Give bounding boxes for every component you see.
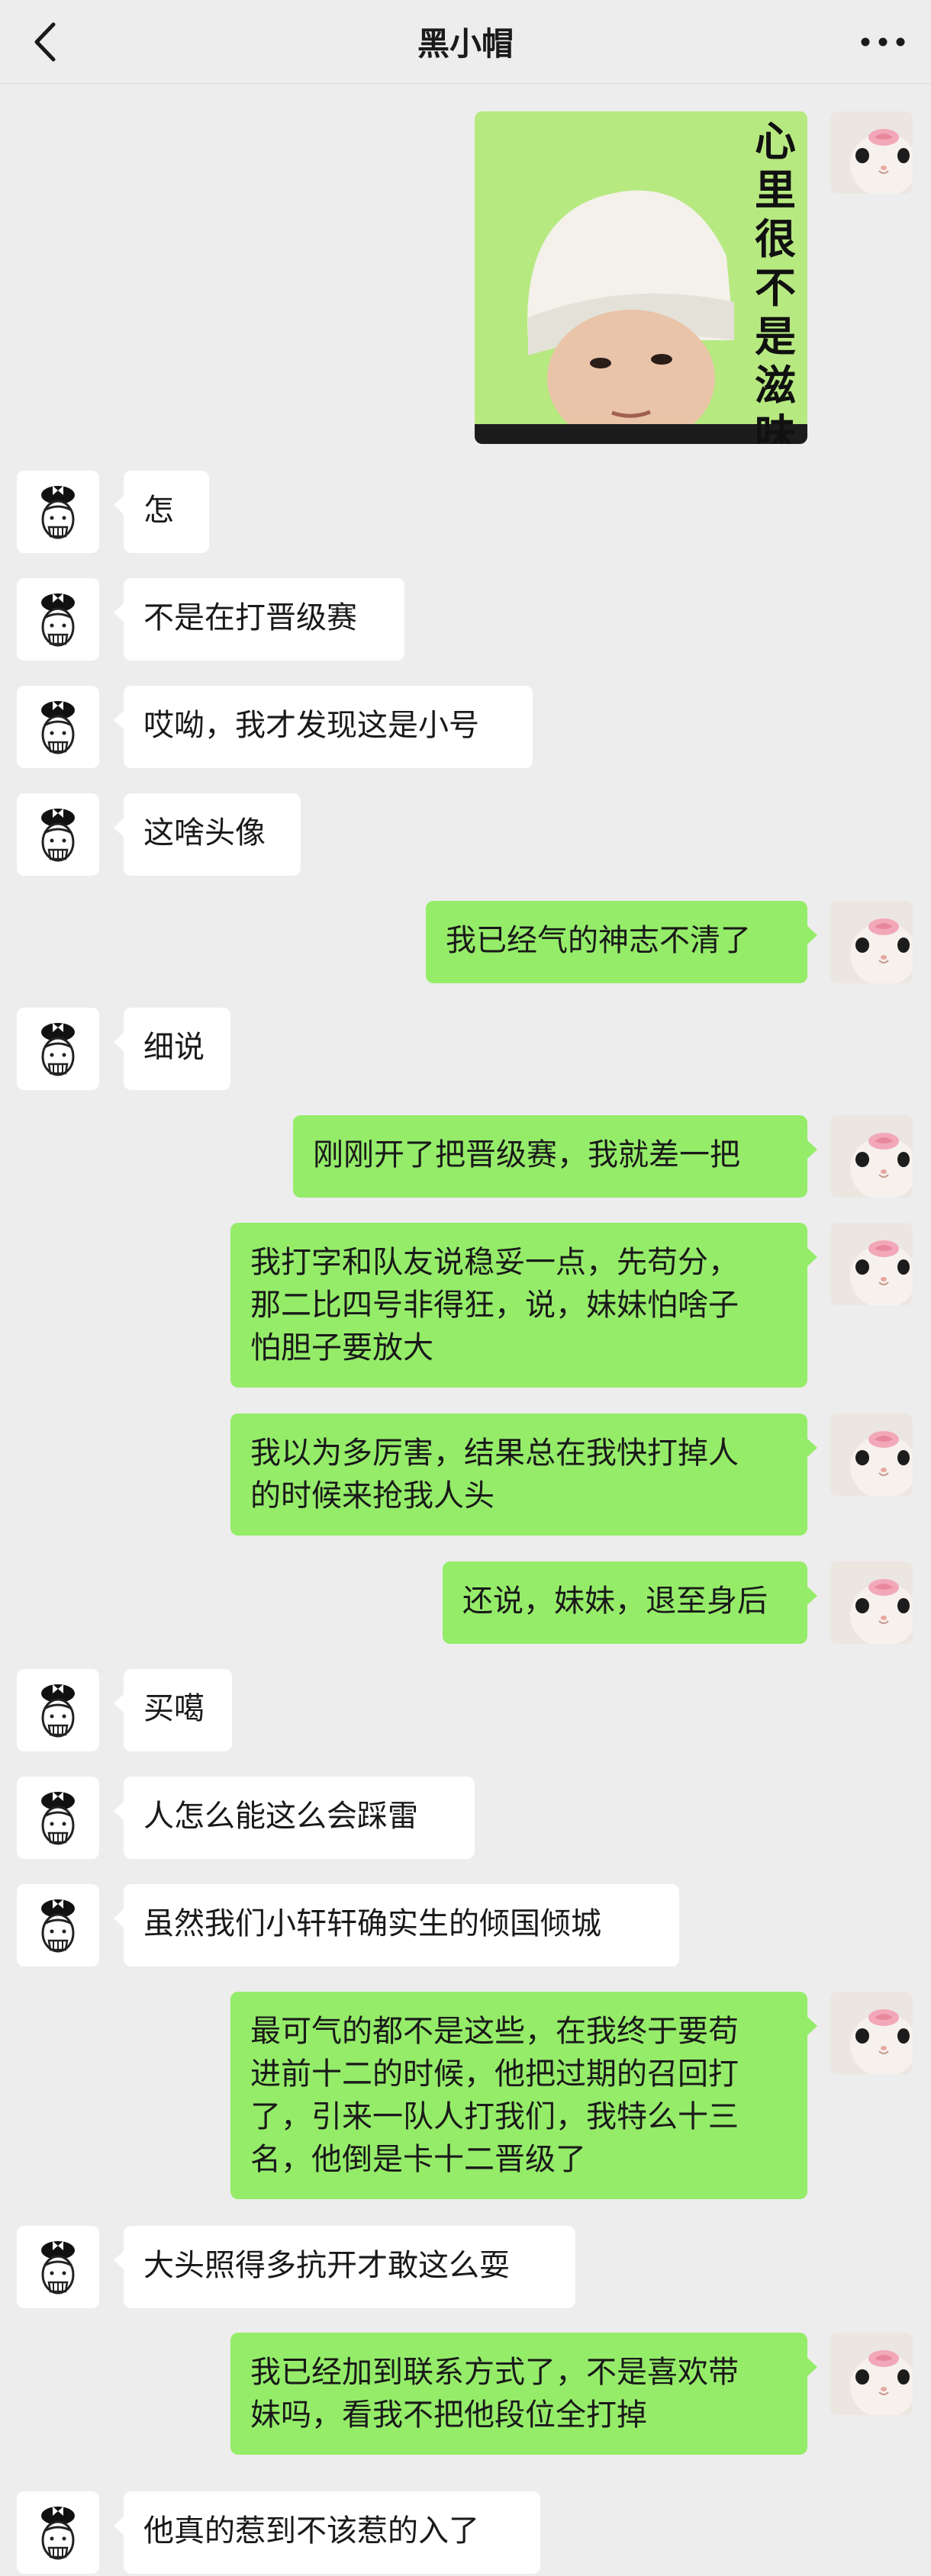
message-row: 不是在打晋级赛 (0, 578, 931, 661)
my-avatar[interactable] (830, 2333, 913, 2415)
message-row: 虽然我们小轩轩确实生的倾国倾城 (0, 1884, 931, 1967)
contact-avatar[interactable] (17, 578, 99, 661)
received-message-bubble[interactable]: 不是在打晋级赛 (114, 578, 404, 661)
contact-avatar[interactable] (17, 1669, 99, 1751)
message-row: 我打字和队友说稳妥一点，先苟分， 那二比四号非得狂，说，妹妹怕啥子 怕胆子要放大 (0, 1223, 931, 1388)
sticker-image[interactable]: 心里很不是滋味 (475, 111, 807, 444)
message-row: 买噶 (0, 1669, 931, 1751)
contact-avatar[interactable] (17, 2491, 99, 2574)
more-options-icon[interactable] (856, 23, 910, 61)
message-row: 哎呦，我才发现这是小号 (0, 686, 931, 768)
received-message-bubble[interactable]: 虽然我们小轩轩确实生的倾国倾城 (114, 1884, 679, 1967)
message-row: 我已经气的神志不清了 (0, 901, 931, 983)
sent-message-bubble[interactable]: 我已经气的神志不清了 (426, 901, 817, 983)
contact-avatar[interactable] (17, 1884, 99, 1967)
sticker-message: 心里很不是滋味 (0, 111, 931, 444)
sent-message-bubble[interactable]: 刚刚开了把晋级赛，我就差一把 (293, 1115, 817, 1198)
contact-avatar[interactable] (17, 686, 99, 768)
my-avatar[interactable] (830, 1115, 913, 1198)
message-row: 怎 (0, 471, 931, 553)
chat-title: 黑小帽 (417, 25, 514, 63)
my-avatar[interactable] (830, 1223, 913, 1305)
received-message-bubble[interactable]: 人怎么能这么会踩雷 (114, 1777, 475, 1859)
message-row: 我以为多厉害，结果总在我快打掉人 的时候来抢我人头 (0, 1413, 931, 1536)
message-row: 刚刚开了把晋级赛，我就差一把 (0, 1115, 931, 1198)
received-message-bubble[interactable]: 怎 (114, 471, 209, 553)
message-row: 这啥头像 (0, 793, 931, 876)
sent-message-bubble[interactable]: 最可气的都不是这些，在我终于要苟 进前十二的时候，他把过期的召回打 了，引来一队… (230, 1992, 817, 2199)
contact-avatar[interactable] (17, 1008, 99, 1090)
received-message-bubble[interactable]: 哎呦，我才发现这是小号 (114, 686, 533, 768)
sent-message-bubble[interactable]: 还说，妹妹，退至身后 (443, 1561, 817, 1644)
my-avatar[interactable] (830, 1413, 913, 1496)
message-row: 我已经加到联系方式了，不是喜欢带 妹吗，看我不把他段位全打掉 (0, 2333, 931, 2455)
received-message-bubble[interactable]: 买噶 (114, 1669, 232, 1751)
message-row: 大头照得多抗开才敢这么耍 (0, 2226, 931, 2308)
received-message-bubble[interactable]: 细说 (114, 1008, 230, 1090)
my-avatar[interactable] (830, 1561, 913, 1644)
message-row: 人怎么能这么会踩雷 (0, 1777, 931, 1859)
sticker-caption: 心里很不是滋味 (755, 117, 796, 444)
sent-message-bubble[interactable]: 我以为多厉害，结果总在我快打掉人 的时候来抢我人头 (230, 1413, 817, 1536)
message-row: 细说 (0, 1008, 931, 1090)
contact-avatar[interactable] (17, 471, 99, 553)
received-message-bubble[interactable]: 他真的惹到不该惹的入了 (114, 2491, 540, 2574)
my-avatar[interactable] (830, 901, 913, 983)
received-message-bubble[interactable]: 这啥头像 (114, 793, 301, 876)
my-avatar[interactable] (830, 1992, 913, 2074)
received-message-bubble[interactable]: 大头照得多抗开才敢这么耍 (114, 2226, 575, 2308)
sent-message-bubble[interactable]: 我打字和队友说稳妥一点，先苟分， 那二比四号非得狂，说，妹妹怕啥子 怕胆子要放大 (230, 1223, 817, 1388)
message-row: 还说，妹妹，退至身后 (0, 1561, 931, 1644)
message-row: 他真的惹到不该惹的入了 (0, 2491, 931, 2574)
chat-header: 黑小帽 (0, 0, 931, 84)
sent-message-bubble[interactable]: 我已经加到联系方式了，不是喜欢带 妹吗，看我不把他段位全打掉 (230, 2333, 817, 2455)
contact-avatar[interactable] (17, 793, 99, 876)
message-row: 最可气的都不是这些，在我终于要苟 进前十二的时候，他把过期的召回打 了，引来一队… (0, 1992, 931, 2199)
contact-avatar[interactable] (17, 1777, 99, 1859)
my-avatar[interactable] (830, 111, 913, 194)
contact-avatar[interactable] (17, 2226, 99, 2308)
